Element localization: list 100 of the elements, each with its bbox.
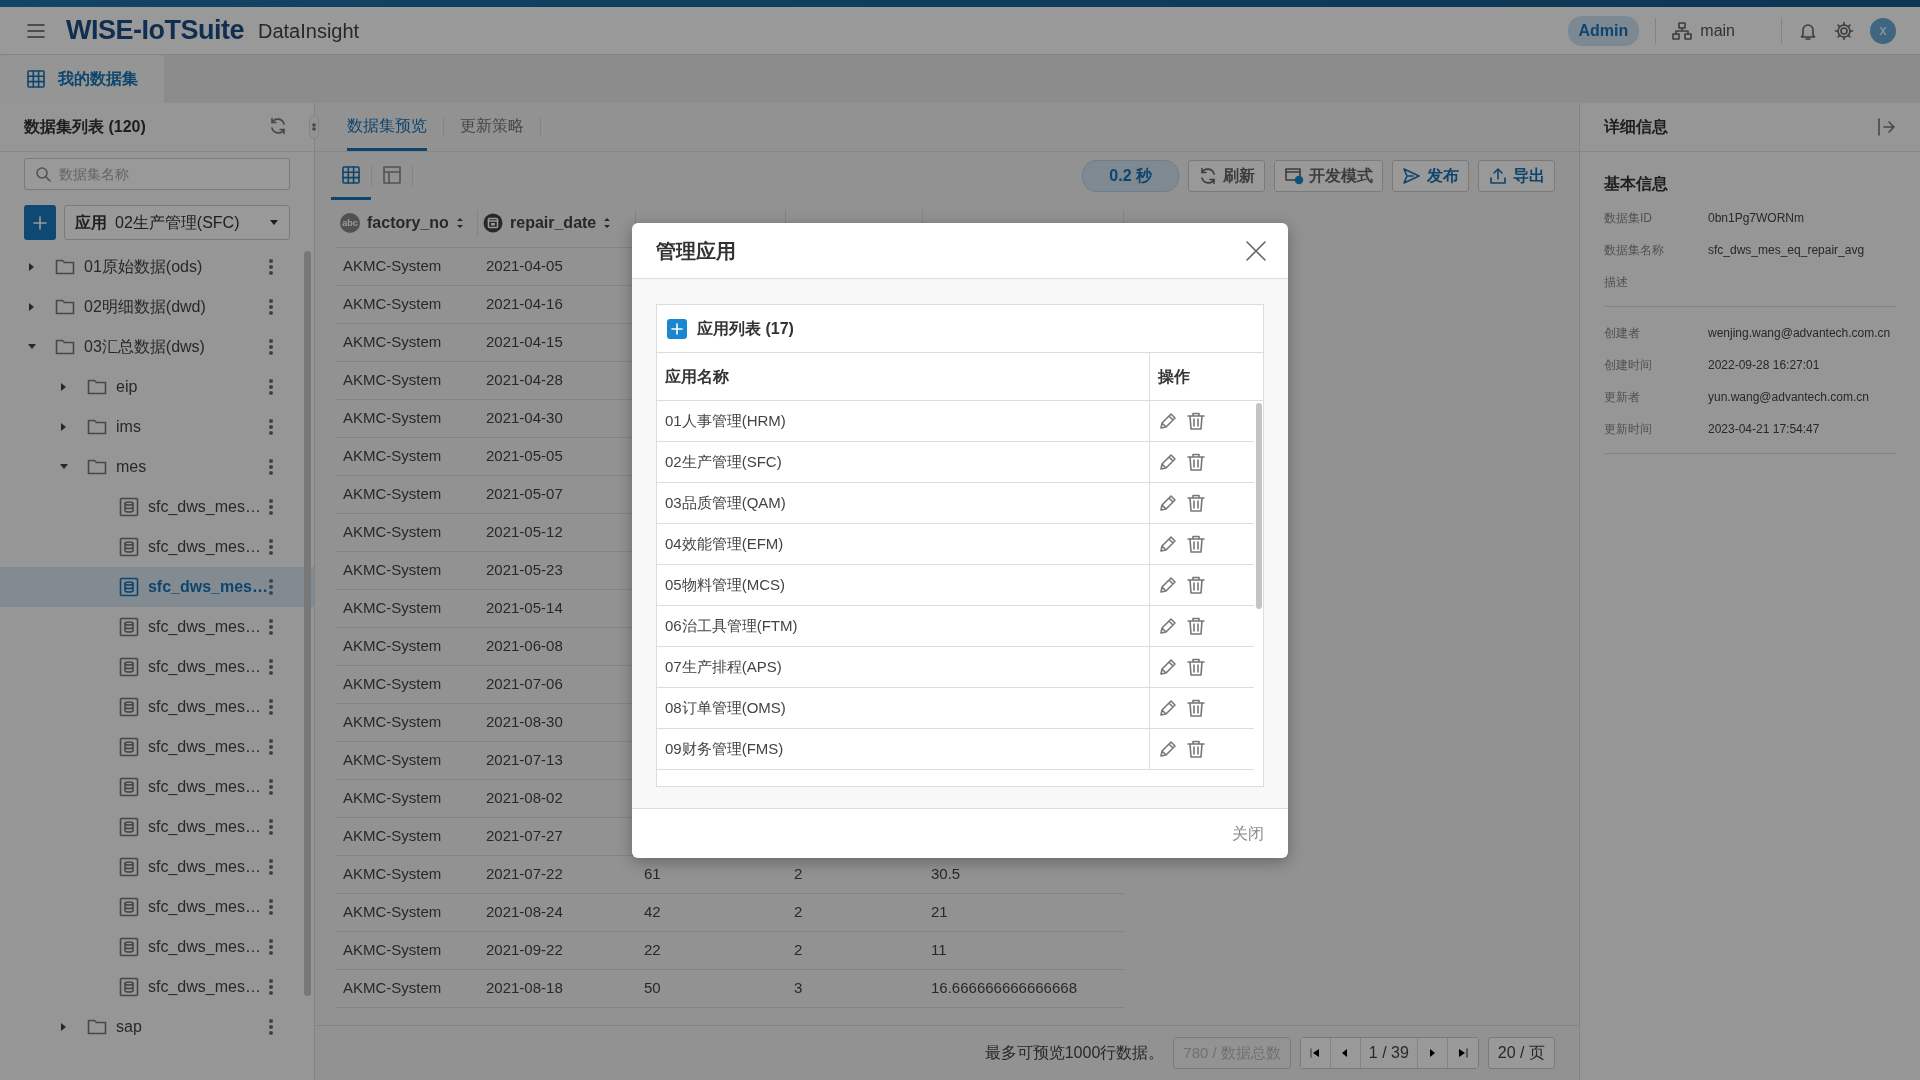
workspace-name[interactable]: main (1700, 18, 1735, 43)
kebab-icon[interactable] (268, 498, 274, 516)
kebab-icon[interactable] (268, 858, 274, 876)
kebab-icon[interactable] (268, 698, 274, 716)
tree-item[interactable]: sap (0, 1007, 314, 1047)
add-button[interactable] (24, 205, 56, 240)
database-icon (119, 497, 139, 517)
action-button[interactable]: 发布 (1392, 160, 1469, 192)
delete-icon[interactable] (1186, 739, 1206, 759)
folder-icon (87, 377, 107, 397)
tree-item[interactable]: sfc_dws_mes… (0, 487, 314, 527)
scrollbar[interactable] (1256, 403, 1262, 609)
kebab-icon[interactable] (268, 738, 274, 756)
tree-item[interactable]: 03汇总数据(dws) (0, 327, 314, 367)
delete-icon[interactable] (1186, 452, 1206, 472)
tree-item[interactable]: mes (0, 447, 314, 487)
tree-item[interactable]: 01原始数据(ods) (0, 247, 314, 287)
first-page-icon[interactable] (1309, 1047, 1322, 1059)
tree-item[interactable]: ims (0, 407, 314, 447)
kebab-icon[interactable] (268, 658, 274, 676)
kebab-icon[interactable] (268, 538, 274, 556)
kebab-icon[interactable] (268, 778, 274, 796)
tree-item[interactable]: sfc_dws_mes… (0, 567, 314, 607)
add-button[interactable] (667, 318, 687, 339)
tab[interactable]: 数据集预览 (347, 103, 427, 151)
kebab-icon[interactable] (268, 298, 274, 316)
dialog-title: 管理应用 (656, 238, 736, 264)
page-indicator: 1 / 39 (1360, 1038, 1418, 1068)
tree-item[interactable]: sfc_dws_mes… (0, 967, 314, 1007)
table-cell: 21 (931, 902, 948, 920)
kebab-icon[interactable] (268, 578, 274, 596)
action-button[interactable]: 开发模式 (1274, 160, 1383, 192)
close-button[interactable]: 关闭 (1232, 821, 1264, 846)
edit-icon[interactable] (1158, 452, 1178, 472)
sort-icon[interactable] (603, 216, 612, 231)
edit-icon[interactable] (1158, 534, 1178, 554)
close-icon[interactable] (1244, 238, 1268, 263)
tree-item[interactable]: sfc_dws_mes… (0, 887, 314, 927)
action-button[interactable]: 导出 (1478, 160, 1555, 192)
column-header[interactable]: factory_no (367, 211, 449, 236)
tree-item[interactable]: sfc_dws_mes… (0, 927, 314, 967)
delete-icon[interactable] (1186, 616, 1206, 636)
edit-icon[interactable] (1158, 493, 1178, 513)
caret-icon (269, 218, 279, 227)
table-cell: AKMC-System (343, 408, 442, 426)
column-header[interactable]: repair_date (510, 211, 597, 236)
table-cell-text: 03品质管理(QAM) (664, 492, 787, 513)
tree-item[interactable]: 02明细数据(dwd) (0, 287, 314, 327)
action-button[interactable]: 刷新 (1188, 160, 1265, 192)
table-cell: 2021-07-06 (486, 674, 563, 692)
edit-icon[interactable] (1158, 411, 1178, 431)
database-icon (118, 577, 139, 597)
database-icon (119, 937, 139, 957)
tree-item[interactable]: sfc_dws_mes… (0, 527, 314, 567)
kebab-icon[interactable] (268, 898, 274, 916)
page-tab[interactable]: 我的数据集 (0, 55, 164, 103)
collapse-icon[interactable] (1876, 117, 1896, 137)
folder-icon (87, 417, 107, 437)
table-cell: AKMC-System (343, 294, 442, 312)
tree-item[interactable]: sfc_dws_mes… (0, 687, 314, 727)
tree-item[interactable]: sfc_dws_mes… (0, 767, 314, 807)
tree-item[interactable]: sfc_dws_mes… (0, 727, 314, 767)
delete-icon[interactable] (1186, 493, 1206, 513)
scrollbar[interactable] (304, 251, 311, 996)
kebab-icon[interactable] (268, 978, 274, 996)
kebab-icon[interactable] (268, 258, 274, 276)
tree-item[interactable]: sfc_dws_mes… (0, 847, 314, 887)
tree-item[interactable]: sfc_dws_mes… (0, 647, 314, 687)
tab[interactable]: 更新策略 (444, 103, 540, 151)
delete-icon[interactable] (1186, 534, 1206, 554)
kebab-icon[interactable] (268, 378, 274, 396)
table-cell: AKMC-System (343, 484, 442, 502)
delete-icon[interactable] (1186, 575, 1206, 595)
kebab-icon[interactable] (268, 338, 274, 356)
sort-icon[interactable] (455, 216, 464, 231)
app-select[interactable]: 应用 02生产管理(SFC) (64, 205, 290, 240)
kebab-icon[interactable] (268, 1018, 274, 1036)
edit-icon[interactable] (1158, 739, 1178, 759)
kebab-icon[interactable] (268, 458, 274, 476)
table-cell-text: 07生产排程(APS) (664, 656, 783, 677)
page-size-select[interactable]: 20 / 页 (1487, 1037, 1555, 1069)
last-page-icon[interactable] (1456, 1047, 1469, 1059)
delete-icon[interactable] (1186, 698, 1206, 718)
kebab-icon[interactable] (268, 418, 274, 436)
splitter-handle[interactable] (309, 115, 319, 139)
delete-icon[interactable] (1186, 657, 1206, 677)
edit-icon[interactable] (1158, 657, 1178, 677)
edit-icon[interactable] (1158, 575, 1178, 595)
tree-item[interactable]: eip (0, 367, 314, 407)
delete-icon[interactable] (1186, 411, 1206, 431)
list-title: 应用列表 (17) (697, 318, 794, 339)
settings-icon[interactable] (1834, 20, 1854, 41)
tree-item[interactable]: sfc_dws_mes… (0, 607, 314, 647)
timing-badge: 0.2 秒 (1082, 160, 1179, 192)
kebab-icon[interactable] (268, 618, 274, 636)
edit-icon[interactable] (1158, 616, 1178, 636)
kebab-icon[interactable] (268, 938, 274, 956)
edit-icon[interactable] (1158, 698, 1178, 718)
tree-item[interactable]: sfc_dws_mes… (0, 807, 314, 847)
kebab-icon[interactable] (268, 818, 274, 836)
